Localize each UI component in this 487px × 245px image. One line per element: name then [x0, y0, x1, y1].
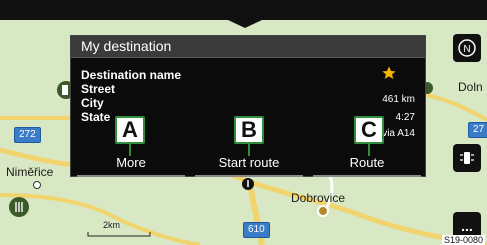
more-button-underline: [77, 175, 185, 177]
figure-code: S19-0080: [441, 235, 485, 245]
place-label-nimerice: Niměřice: [6, 165, 54, 179]
navigation-screen: 272 27 610 Niměřice Dobrovice Doln 2km N…: [0, 0, 487, 245]
scale-label: 2km: [103, 220, 121, 230]
road-badge-272: 272: [14, 127, 41, 143]
destination-city: City: [81, 96, 104, 110]
destination-pin-icon[interactable]: [241, 177, 255, 195]
lane-assist-button[interactable]: [453, 144, 481, 172]
restaurant-poi-icon[interactable]: [8, 196, 30, 218]
svg-text:N: N: [463, 44, 470, 55]
town-marker-icon: [33, 181, 41, 189]
route-time: 4:27: [395, 112, 415, 123]
destination-name: Destination name: [81, 68, 182, 82]
callout-b-stem: [248, 144, 250, 156]
callout-label-a: A: [115, 116, 145, 144]
callout-label-b: B: [234, 116, 264, 144]
start-route-button-underline: [195, 175, 303, 177]
route-via: via A14: [382, 128, 415, 139]
road-badge-27: 27: [468, 122, 487, 138]
route-button[interactable]: Route: [309, 152, 425, 174]
route-distance: 461 km: [382, 94, 415, 105]
place-label-doln: Doln: [458, 80, 483, 94]
more-button[interactable]: More: [73, 152, 189, 174]
place-label-dobrovice: Dobrovice: [291, 191, 346, 205]
town-marker-icon: [317, 205, 329, 217]
compass-north-icon: N: [458, 39, 476, 57]
star-icon[interactable]: [381, 65, 397, 81]
road-badge-610: 610: [243, 222, 270, 238]
panel-header: My destination: [71, 36, 425, 58]
route-button-underline: [313, 175, 421, 177]
callout-c-stem: [368, 144, 370, 156]
compass-button[interactable]: N: [453, 34, 481, 62]
lane-assist-icon: [460, 152, 474, 164]
destination-street: Street: [81, 82, 116, 96]
callout-a-stem: [129, 144, 131, 156]
callout-label-c: C: [354, 116, 384, 144]
panel-title: My destination: [81, 38, 172, 54]
more-dots-icon: ...: [461, 218, 473, 234]
destination-state: State: [81, 110, 111, 124]
